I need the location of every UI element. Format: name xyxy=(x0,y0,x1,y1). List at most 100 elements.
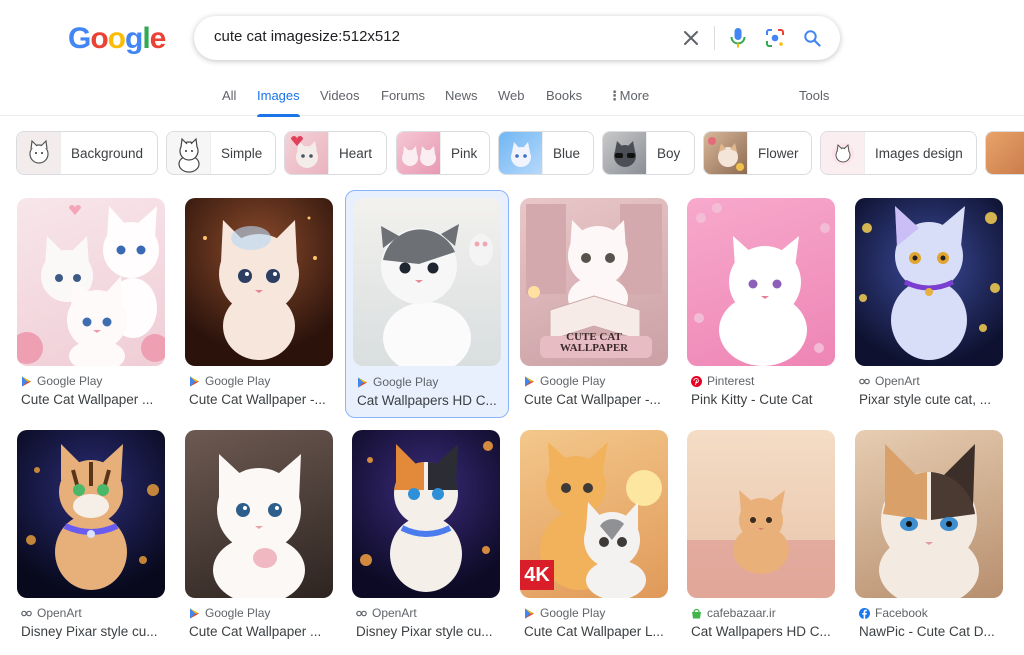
result-card[interactable]: OpenArt Pixar style cute cat, ... xyxy=(855,198,1003,410)
chip-heart[interactable]: Heart xyxy=(284,131,387,175)
chip-thumbnail xyxy=(397,132,441,174)
result-source[interactable]: OpenArt xyxy=(21,606,82,620)
clear-icon[interactable] xyxy=(677,24,705,52)
result-card-selected[interactable]: Google Play Cat Wallpapers HD C... xyxy=(345,190,509,418)
result-image[interactable] xyxy=(17,198,165,366)
result-card[interactable]: OpenArt Disney Pixar style cu... xyxy=(352,430,500,642)
result-source[interactable]: Google Play xyxy=(524,374,605,388)
badge-4k: 4K xyxy=(520,560,554,590)
play-icon xyxy=(357,377,368,388)
search-icon[interactable] xyxy=(798,24,826,52)
result-title[interactable]: Disney Pixar style cu... xyxy=(356,624,498,639)
result-title[interactable]: Cute Cat Wallpaper -... xyxy=(189,392,331,407)
result-source[interactable]: OpenArt xyxy=(356,606,417,620)
microphone-icon[interactable] xyxy=(724,24,752,52)
result-title[interactable]: Cat Wallpapers HD C... xyxy=(691,624,833,639)
result-card[interactable]: CUTE CAT WALLPAPER Google Play Cute Cat … xyxy=(520,198,668,410)
source-label: Google Play xyxy=(37,374,103,388)
chip-label: Simple xyxy=(221,145,263,161)
logo-letter: o xyxy=(90,22,108,55)
chip-label: Pink xyxy=(451,145,478,161)
result-source[interactable]: Google Play xyxy=(189,374,270,388)
source-label: Google Play xyxy=(205,606,271,620)
openart-icon xyxy=(356,608,367,619)
tab-news[interactable]: News xyxy=(445,88,478,103)
chip-label: Heart xyxy=(339,145,373,161)
search-input[interactable]: cute cat imagesize:512x512 xyxy=(214,28,400,45)
chip-thumbnail xyxy=(986,132,1024,174)
chip-thumbnail xyxy=(167,132,211,174)
result-image[interactable] xyxy=(185,430,333,598)
result-card[interactable]: Google Play Cute Cat Wallpaper -... xyxy=(185,198,333,410)
result-card[interactable]: cafebazaar.ir Cat Wallpapers HD C... xyxy=(687,430,835,642)
google-logo[interactable]: Google xyxy=(68,22,167,56)
result-source[interactable]: Pinterest xyxy=(691,374,754,388)
result-image[interactable] xyxy=(185,198,333,366)
result-title[interactable]: Pink Kitty - Cute Cat xyxy=(691,392,833,407)
chip-images-design[interactable]: Images design xyxy=(820,131,977,175)
result-title[interactable]: NawPic - Cute Cat D... xyxy=(859,624,1001,639)
logo-letter: e xyxy=(149,22,167,55)
result-image[interactable]: CUTE CAT WALLPAPER xyxy=(520,198,668,366)
chip-thumbnail xyxy=(821,132,865,174)
result-title[interactable]: Cat Wallpapers HD C... xyxy=(357,393,499,408)
result-source[interactable]: Facebook xyxy=(859,606,928,620)
result-source[interactable]: Google Play xyxy=(357,375,438,389)
result-card[interactable]: Pinterest Pink Kitty - Cute Cat xyxy=(687,198,835,410)
chip-background[interactable]: Background xyxy=(16,131,158,175)
result-source[interactable]: cafebazaar.ir xyxy=(691,606,776,620)
result-source[interactable]: Google Play xyxy=(21,374,102,388)
result-title[interactable]: Cute Cat Wallpaper -... xyxy=(524,392,666,407)
result-image[interactable] xyxy=(353,198,501,366)
tab-books[interactable]: Books xyxy=(546,88,582,103)
result-title[interactable]: Cute Cat Wallpaper L... xyxy=(524,624,666,639)
source-label: OpenArt xyxy=(37,606,82,620)
chip-flower[interactable]: Flower xyxy=(703,131,812,175)
facebook-icon xyxy=(859,607,870,619)
source-label: Google Play xyxy=(373,375,439,389)
result-image[interactable] xyxy=(687,198,835,366)
result-title[interactable]: Cute Cat Wallpaper ... xyxy=(189,624,331,639)
result-source[interactable]: Google Play xyxy=(524,606,605,620)
tab-web[interactable]: Web xyxy=(498,88,525,103)
tab-all[interactable]: All xyxy=(222,88,236,103)
result-image[interactable] xyxy=(352,430,500,598)
result-image[interactable] xyxy=(855,430,1003,598)
result-card[interactable]: Google Play Cute Cat Wallpaper ... xyxy=(17,198,165,410)
result-title[interactable]: Disney Pixar style cu... xyxy=(21,624,163,639)
chip-blue[interactable]: Blue xyxy=(498,131,594,175)
tab-forums[interactable]: Forums xyxy=(381,88,425,103)
tools-button[interactable]: Tools xyxy=(799,88,829,103)
result-image[interactable] xyxy=(855,198,1003,366)
result-title[interactable]: Cute Cat Wallpaper ... xyxy=(21,392,163,407)
chip-label: Boy xyxy=(657,145,681,161)
result-card[interactable]: Facebook NawPic - Cute Cat D... xyxy=(855,430,1003,642)
source-label: Google Play xyxy=(540,374,606,388)
result-source[interactable]: Google Play xyxy=(189,606,270,620)
lens-icon[interactable] xyxy=(761,24,789,52)
play-icon xyxy=(524,376,535,387)
tab-more-label: More xyxy=(619,88,650,103)
chip-simple[interactable]: Simple xyxy=(166,131,276,175)
chip-thumbnail xyxy=(499,132,543,174)
chip-label: Blue xyxy=(553,145,581,161)
result-card[interactable]: 4K Google Play Cute Cat Wallpaper L... xyxy=(520,430,668,642)
result-title[interactable]: Pixar style cute cat, ... xyxy=(859,392,1001,407)
tab-more[interactable]: ⋮ More xyxy=(608,88,649,104)
chip-more-partial[interactable] xyxy=(985,131,1024,175)
result-card[interactable]: OpenArt Disney Pixar style cu... xyxy=(17,430,165,642)
chip-pink[interactable]: Pink xyxy=(396,131,490,175)
chip-thumbnail xyxy=(704,132,748,174)
result-card[interactable]: Google Play Cute Cat Wallpaper ... xyxy=(185,430,333,642)
tab-videos[interactable]: Videos xyxy=(320,88,360,103)
chip-thumbnail xyxy=(603,132,647,174)
source-label: OpenArt xyxy=(372,606,417,620)
search-box[interactable]: cute cat imagesize:512x512 xyxy=(194,16,840,60)
result-source[interactable]: OpenArt xyxy=(859,374,920,388)
chip-boy[interactable]: Boy xyxy=(602,131,695,175)
result-image[interactable]: 4K xyxy=(520,430,668,598)
tab-images[interactable]: Images xyxy=(257,88,300,117)
result-image[interactable] xyxy=(17,430,165,598)
result-image[interactable] xyxy=(687,430,835,598)
chip-thumbnail xyxy=(17,132,61,174)
